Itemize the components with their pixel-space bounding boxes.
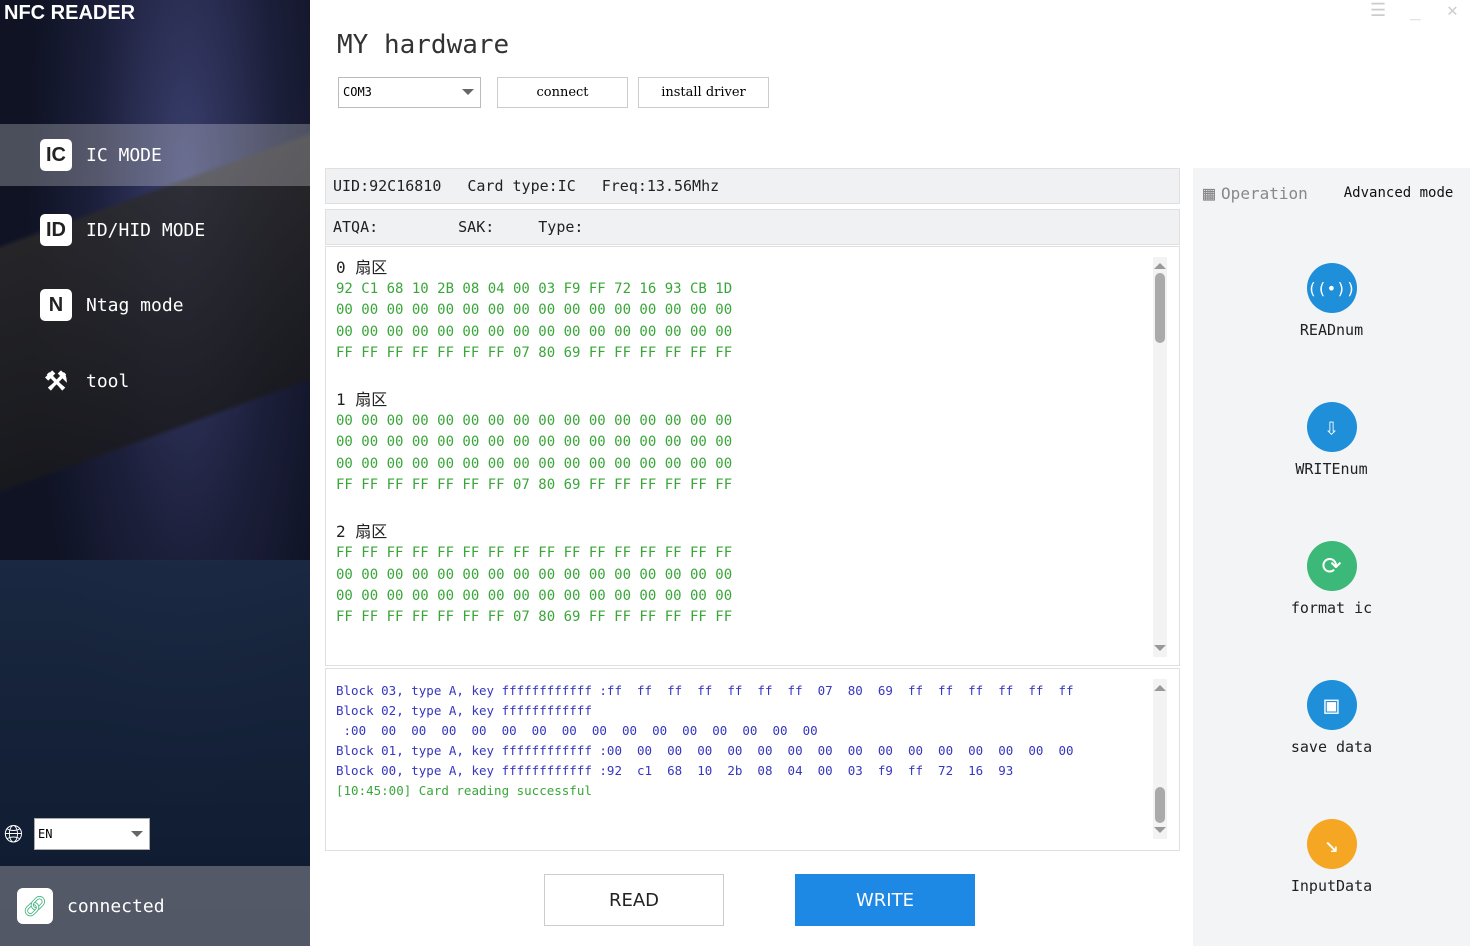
nav-tool[interactable]: ⚒ tool	[0, 350, 310, 412]
log-scrollbar[interactable]	[1153, 679, 1167, 839]
log-line: Block 02, type A, key ffffffffffff	[336, 703, 592, 718]
block-row: FF FF FF FF FF FF FF 07 80 69 FF FF FF F…	[336, 609, 733, 626]
apps-icon: ▦	[1203, 181, 1216, 205]
minimize-icon[interactable]: _	[1410, 0, 1421, 21]
scroll-down-icon[interactable]	[1154, 645, 1166, 657]
dump-scrollbar[interactable]	[1153, 257, 1167, 657]
sector-1: 1 扇区 00 00 00 00 00 00 00 00 00 00 00 00…	[336, 389, 1169, 496]
status-text: connected	[67, 895, 165, 917]
frequency: Freq:13.56Mhz	[601, 177, 720, 195]
nav-id-hid-mode[interactable]: ID ID/HID MODE	[0, 199, 310, 261]
card-type: Card type:IC	[467, 177, 576, 195]
page-title: MY hardware	[337, 30, 510, 60]
readnum-button[interactable]: ((•)) READnum	[1193, 263, 1470, 339]
format-ic-button[interactable]: ⟳ format ic	[1193, 541, 1470, 617]
block-row: 00 00 00 00 00 00 00 00 00 00 00 00 00 0…	[336, 302, 733, 319]
block-row: 00 00 00 00 00 00 00 00 00 00 00 00 00 0…	[336, 323, 733, 340]
tools-icon: ⚒	[44, 365, 68, 396]
panel-header: ▦ Operation Advanced mode	[1193, 168, 1470, 218]
log-line: Block 03, type A, key ffffffffffff :ff f…	[336, 683, 1074, 698]
op-label: save data	[1290, 738, 1373, 756]
link-icon: 🔗︎	[17, 888, 53, 924]
op-label: InputData	[1290, 877, 1373, 895]
refresh-icon: ⟳	[1306, 541, 1357, 591]
chevron-down-icon	[131, 831, 143, 843]
log-line: Block 01, type A, key ffffffffffff :00 0…	[336, 743, 1074, 758]
scroll-thumb[interactable]	[1155, 273, 1165, 343]
nav-label: ID/HID MODE	[86, 219, 206, 241]
download-icon: ⇩	[1306, 402, 1357, 452]
block-row: FF FF FF FF FF FF FF FF FF FF FF FF FF F…	[336, 545, 733, 562]
language-select[interactable]: EN	[34, 818, 150, 850]
import-icon: ↘	[1306, 819, 1357, 869]
app-title: NFC READER	[4, 2, 136, 24]
scroll-up-icon[interactable]	[1154, 257, 1166, 269]
scroll-up-icon[interactable]	[1154, 679, 1166, 691]
block-row: 00 00 00 00 00 00 00 00 00 00 00 00 00 0…	[336, 566, 733, 583]
block-row: FF FF FF FF FF FF FF 07 80 69 FF FF FF F…	[336, 344, 733, 361]
nav-label: tool	[86, 370, 130, 392]
log-panel: Block 03, type A, key ffffffffffff :ff f…	[325, 668, 1180, 851]
connection-status: 🔗︎ connected	[0, 866, 310, 946]
uid: UID:92C16810	[333, 177, 442, 195]
block-row: 00 00 00 00 00 00 00 00 00 00 00 00 00 0…	[336, 413, 733, 430]
sector-label: 0 扇区	[336, 258, 388, 277]
writenum-button[interactable]: ⇩ WRITEnum	[1193, 402, 1470, 478]
globe-icon: 🌐︎	[4, 820, 24, 848]
advanced-mode-link[interactable]: Advanced mode	[1344, 185, 1454, 201]
menu-icon[interactable]: ☰	[1370, 0, 1386, 21]
nav-label: IC MODE	[86, 144, 162, 166]
install-driver-button[interactable]: install driver	[638, 77, 769, 108]
write-button[interactable]: WRITE	[795, 874, 975, 926]
log-line-success: [10:45:00] Card reading successful	[336, 783, 592, 798]
scroll-down-icon[interactable]	[1154, 827, 1166, 839]
atqa: ATQA:	[333, 218, 379, 236]
id-icon: ID	[40, 214, 72, 246]
panel-title: Operation	[1221, 183, 1308, 203]
op-label: format ic	[1290, 599, 1373, 617]
chevron-down-icon	[462, 89, 474, 101]
save-data-button[interactable]: ▣ save data	[1193, 680, 1470, 756]
save-icon: ▣	[1306, 680, 1357, 730]
type-field: Type:	[538, 218, 584, 236]
read-button[interactable]: READ	[544, 874, 724, 926]
connect-button[interactable]: connect	[497, 77, 628, 108]
op-label: READnum	[1299, 321, 1364, 339]
operation-panel: ▦ Operation Advanced mode ((•)) READnum ⇩…	[1193, 168, 1470, 946]
sector-0: 0 扇区 92 C1 68 10 2B 08 04 00 03 F9 FF 72…	[336, 257, 1169, 364]
block-row: 00 00 00 00 00 00 00 00 00 00 00 00 00 0…	[336, 455, 733, 472]
sector-2: 2 扇区 FF FF FF FF FF FF FF FF FF FF FF FF…	[336, 521, 1169, 628]
card-info-bar: UID:92C16810 Card type:IC Freq:13.56Mhz	[325, 168, 1180, 204]
nav-ntag-mode[interactable]: N Ntag mode	[0, 274, 310, 336]
ic-icon: IC	[40, 139, 72, 171]
block-row: 92 C1 68 10 2B 08 04 00 03 F9 FF 72 16 9…	[336, 281, 733, 297]
sidebar: NFC READER IC IC MODE ID ID/HID MODE N Ntag…	[0, 0, 310, 946]
sak: SAK:	[458, 218, 495, 236]
log-line: :00 00 00 00 00 00 00 00 00 00 00 00 00 …	[336, 723, 818, 738]
nav-label: Ntag mode	[86, 294, 184, 316]
port-value: COM3	[343, 85, 372, 99]
block-row: 00 00 00 00 00 00 00 00 00 00 00 00 00 0…	[336, 434, 733, 451]
broadcast-icon: ((•))	[1306, 263, 1357, 313]
block-row: FF FF FF FF FF FF FF 07 80 69 FF FF FF F…	[336, 477, 733, 494]
language-value: EN	[38, 827, 53, 841]
card-detail-bar: ATQA: SAK: Type:	[325, 209, 1180, 245]
nav-ic-mode[interactable]: IC IC MODE	[0, 124, 310, 186]
log-line: Block 00, type A, key ffffffffffff :92 c…	[336, 763, 1014, 778]
close-icon[interactable]: ✕	[1447, 0, 1458, 21]
sector-label: 1 扇区	[336, 390, 388, 410]
port-select[interactable]: COM3	[338, 77, 481, 108]
ntag-icon: N	[40, 289, 72, 321]
sector-dump: 0 扇区 92 C1 68 10 2B 08 04 00 03 F9 FF 72…	[325, 246, 1180, 666]
sector-label: 2 扇区	[336, 522, 388, 542]
language-selector: 🌐︎ EN	[4, 818, 150, 850]
op-label: WRITEnum	[1295, 460, 1368, 478]
scroll-thumb[interactable]	[1155, 787, 1165, 823]
block-row: 00 00 00 00 00 00 00 00 00 00 00 00 00 0…	[336, 587, 733, 604]
input-data-button[interactable]: ↘ InputData	[1193, 819, 1470, 895]
